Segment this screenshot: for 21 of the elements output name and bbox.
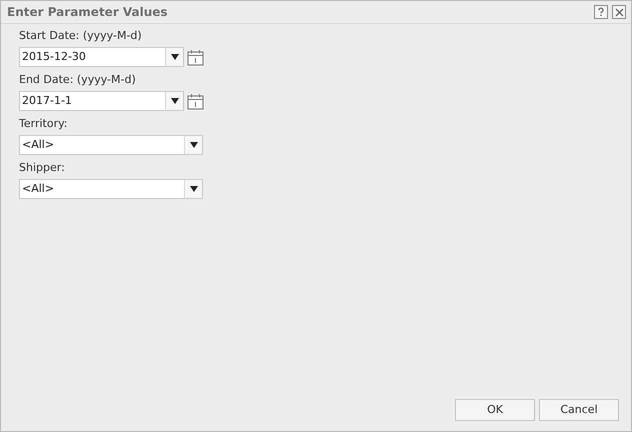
- ok-button[interactable]: OK: [455, 399, 535, 421]
- calendar-icon[interactable]: [187, 48, 204, 66]
- help-icon: [596, 7, 606, 17]
- dropdown-arrow-icon: [190, 186, 198, 192]
- help-button[interactable]: [594, 5, 608, 19]
- date-field[interactable]: 2015-12-30: [19, 47, 184, 67]
- field-label: Shipper:: [19, 160, 66, 176]
- dropdown-arrow-icon: [190, 142, 198, 148]
- dropdown-arrow-icon: [170, 54, 178, 60]
- date-field[interactable]: 2017-1-1: [19, 91, 184, 111]
- field-label: Territory:: [19, 116, 69, 132]
- dropdown-field[interactable]: <All>: [19, 179, 203, 199]
- field-label: Start Date: (yyyy-M-d): [19, 28, 143, 44]
- field-label: End Date: (yyyy-M-d): [19, 72, 137, 88]
- calendar-icon[interactable]: [187, 92, 204, 110]
- close-button[interactable]: [612, 5, 626, 19]
- close-icon: [614, 8, 624, 16]
- cancel-button[interactable]: Cancel: [539, 399, 619, 421]
- dropdown-field[interactable]: <All>: [19, 135, 203, 155]
- dropdown-arrow-icon: [170, 98, 178, 104]
- window-title: Enter Parameter Values: [7, 4, 169, 21]
